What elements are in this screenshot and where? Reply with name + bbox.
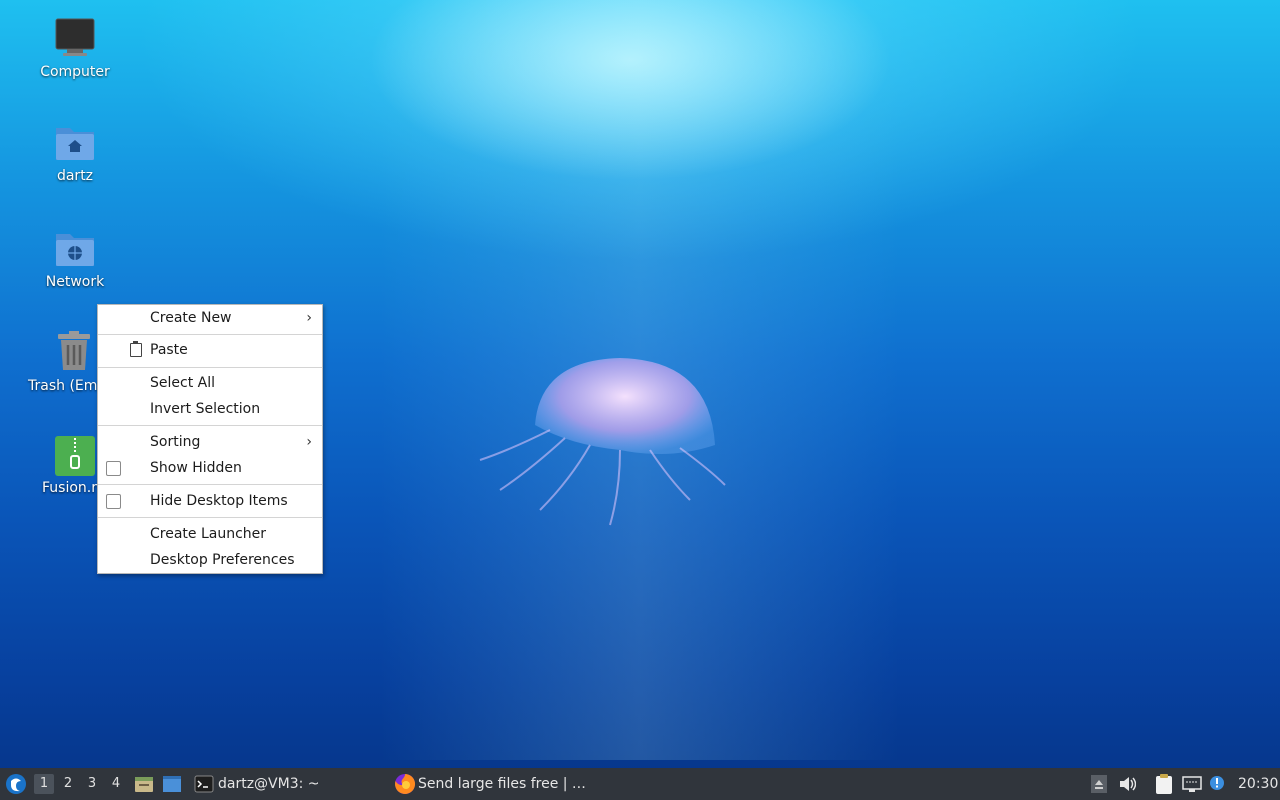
- tray-update-notifier[interactable]: [1208, 768, 1228, 800]
- file-manager-icon: [135, 777, 153, 792]
- terminal-icon: [194, 775, 214, 793]
- tray-clipboard[interactable]: [1154, 768, 1176, 800]
- desktop-icon-computer[interactable]: Computer: [20, 16, 130, 80]
- workspace-2[interactable]: 2: [58, 774, 78, 794]
- desktop-icon-archive[interactable]: Fusion.r: [10, 436, 100, 496]
- menu-item-create-new[interactable]: Create New ›: [98, 305, 322, 331]
- desktop-icon-home[interactable]: dartz: [20, 120, 130, 184]
- tray-eject[interactable]: [1090, 768, 1110, 800]
- menu-item-sorting[interactable]: Sorting ›: [98, 429, 322, 455]
- workspace-3[interactable]: 3: [82, 774, 102, 794]
- clipboard-icon: [130, 341, 142, 357]
- file-manager-launcher[interactable]: [134, 768, 156, 800]
- tray-volume[interactable]: [1118, 768, 1138, 800]
- menu-item-label: Hide Desktop Items: [150, 493, 288, 509]
- start-logo-icon: [6, 774, 26, 794]
- task-firefox[interactable]: Send large files free | …: [394, 768, 594, 800]
- menu-separator: [98, 425, 322, 426]
- menu-item-show-hidden[interactable]: Show Hidden: [98, 455, 322, 481]
- network-folder-icon: [53, 226, 97, 270]
- desktop-context-menu: Create New › Paste Select All Invert Sel…: [97, 304, 323, 574]
- desktop-icon-label: dartz: [56, 168, 94, 184]
- menu-item-label: Select All: [150, 375, 215, 391]
- menu-item-label: Create Launcher: [150, 526, 267, 542]
- wallpaper-jellyfish: [479, 358, 726, 526]
- menu-item-label: Create New: [150, 310, 232, 326]
- home-folder-icon: [53, 120, 97, 164]
- menu-separator: [98, 484, 322, 485]
- task-terminal[interactable]: dartz@VM3: ~: [192, 768, 382, 800]
- clock[interactable]: 20:30: [1238, 768, 1278, 800]
- network-icon: [1182, 776, 1202, 792]
- desktop-icon-trash[interactable]: Trash (Emp: [10, 330, 100, 394]
- menu-item-label: Paste: [150, 342, 188, 358]
- menu-separator: [98, 334, 322, 335]
- eject-icon: [1091, 775, 1107, 793]
- clipboard-manager-icon: [1156, 774, 1172, 794]
- menu-item-select-all[interactable]: Select All: [98, 370, 322, 396]
- taskbar: 1 2 3 4 dartz@VM3: ~ Send large files fr…: [0, 768, 1280, 800]
- menu-item-label: Desktop Preferences: [150, 552, 295, 568]
- trash-icon: [52, 330, 96, 374]
- chevron-right-icon: ›: [306, 310, 312, 326]
- chevron-right-icon: ›: [306, 434, 312, 450]
- desktop-icon-label: Network: [45, 274, 105, 290]
- volume-icon: [1120, 777, 1136, 791]
- menu-item-label: Show Hidden: [150, 460, 242, 476]
- workspace-4[interactable]: 4: [106, 774, 126, 794]
- tray-network[interactable]: [1182, 768, 1204, 800]
- menu-item-invert-selection[interactable]: Invert Selection: [98, 396, 322, 422]
- workspace-1[interactable]: 1: [34, 774, 54, 794]
- desktop-icon-label: Fusion.r: [42, 480, 97, 496]
- menu-item-label: Invert Selection: [150, 401, 261, 417]
- desktop-icon-network[interactable]: Network: [20, 226, 130, 290]
- menu-item-hide-desktop-items[interactable]: Hide Desktop Items: [98, 488, 322, 514]
- menu-separator: [98, 517, 322, 518]
- menu-item-paste[interactable]: Paste: [98, 337, 322, 363]
- menu-separator: [98, 367, 322, 368]
- task-label: Send large files free | …: [418, 776, 586, 792]
- computer-icon: [53, 16, 97, 60]
- hide-desktop-items-checkbox[interactable]: [106, 494, 121, 509]
- task-label: dartz@VM3: ~: [218, 776, 320, 792]
- desktop-icon: [163, 776, 181, 792]
- menu-item-create-launcher[interactable]: Create Launcher: [98, 521, 322, 547]
- start-menu-button[interactable]: [4, 768, 28, 800]
- show-hidden-checkbox[interactable]: [106, 461, 121, 476]
- menu-item-desktop-preferences[interactable]: Desktop Preferences: [98, 547, 322, 573]
- menu-item-label: Sorting: [150, 434, 201, 450]
- desktop-icon-label: Computer: [40, 64, 110, 80]
- update-notification-icon: [1210, 776, 1224, 790]
- firefox-icon: [395, 773, 416, 794]
- archive-file-icon: [55, 436, 95, 476]
- desktop-icon-label: Trash (Emp: [28, 378, 100, 394]
- show-desktop-launcher[interactable]: [162, 768, 184, 800]
